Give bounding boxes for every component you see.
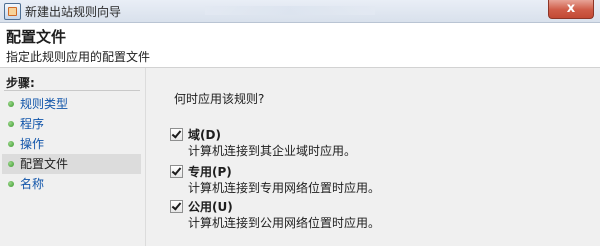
- option-private: 专用(P) 计算机连接到专用网络位置时应用。: [170, 163, 570, 197]
- title-bar: 新建出站规则向导 x: [0, 0, 600, 23]
- domain-description: 计算机连接到其企业域时应用。: [188, 144, 357, 158]
- close-icon: x: [566, 1, 576, 16]
- step-rule-type[interactable]: 规则类型: [2, 94, 141, 114]
- domain-checkbox[interactable]: [170, 128, 183, 141]
- step-bullet-icon: [8, 121, 14, 127]
- step-label: 名称: [20, 177, 45, 191]
- step-profile: 配置文件: [2, 154, 141, 174]
- step-label: 程序: [20, 117, 45, 131]
- public-description: 计算机连接到公用网络位置时应用。: [188, 216, 381, 230]
- window-title: 新建出站规则向导: [25, 5, 122, 19]
- public-label[interactable]: 公用(U): [188, 198, 233, 215]
- firewall-app-icon: [4, 3, 21, 20]
- step-bullet-icon: [8, 101, 14, 107]
- step-label: 操作: [20, 137, 45, 151]
- steps-divider: [4, 90, 140, 91]
- step-bullet-icon: [8, 161, 14, 167]
- domain-label[interactable]: 域(D): [188, 126, 221, 143]
- title-bar-glass: [205, 6, 375, 15]
- step-bullet-icon: [8, 181, 14, 187]
- close-button[interactable]: x: [548, 0, 594, 19]
- option-public: 公用(U) 计算机连接到公用网络位置时应用。: [170, 198, 570, 232]
- profile-panel: 何时应用该规则? 域(D) 计算机连接到其企业域时应用。 专用(P) 计算机连接…: [146, 68, 600, 246]
- step-action[interactable]: 操作: [2, 134, 141, 154]
- private-description: 计算机连接到专用网络位置时应用。: [188, 181, 381, 195]
- question-text: 何时应用该规则?: [174, 92, 265, 106]
- private-checkbox[interactable]: [170, 165, 183, 178]
- option-domain: 域(D) 计算机连接到其企业域时应用。: [170, 126, 570, 160]
- steps-sidebar: 步骤: 规则类型 程序 操作 配置文件 名称: [0, 68, 146, 246]
- step-label: 规则类型: [20, 97, 69, 111]
- private-label[interactable]: 专用(P): [188, 163, 232, 180]
- step-name[interactable]: 名称: [2, 174, 141, 194]
- step-bullet-icon: [8, 141, 14, 147]
- steps-heading: 步骤:: [6, 76, 35, 90]
- public-checkbox[interactable]: [170, 200, 183, 213]
- step-label: 配置文件: [20, 157, 69, 171]
- page-subtitle: 指定此规则应用的配置文件: [6, 50, 151, 64]
- page-title: 配置文件: [6, 28, 67, 46]
- step-program[interactable]: 程序: [2, 114, 141, 134]
- wizard-header: 配置文件 指定此规则应用的配置文件: [0, 23, 600, 68]
